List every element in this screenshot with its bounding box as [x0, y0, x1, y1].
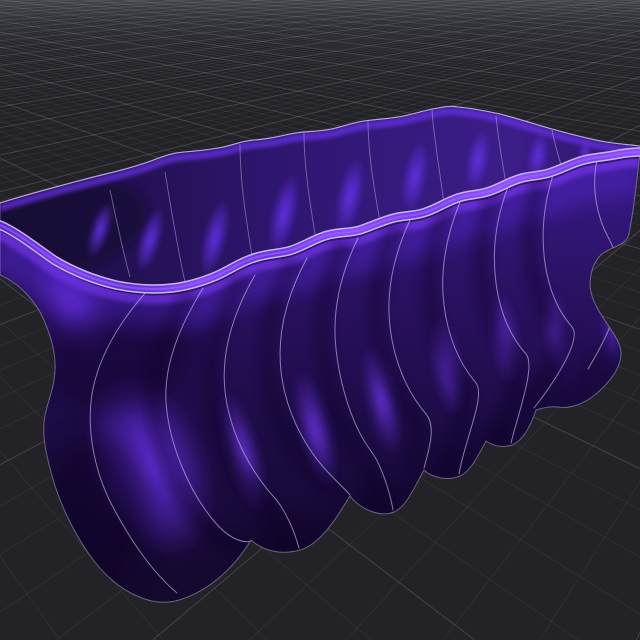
scene-canvas[interactable]	[0, 0, 640, 640]
viewport-3d[interactable]	[0, 0, 640, 640]
